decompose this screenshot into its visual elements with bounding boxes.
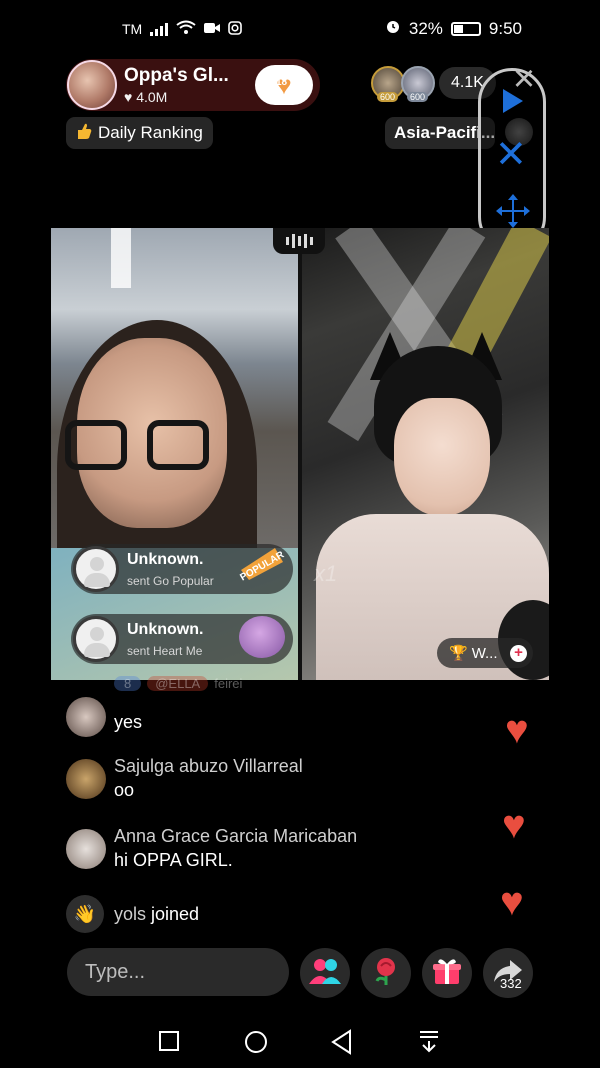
play-icon[interactable] (503, 89, 523, 113)
comment-item[interactable]: Anna Grace Garcia Maricaban hi OPPA GIRL… (66, 826, 357, 871)
pk-video-area[interactable]: Unknown. sent Go Popular POPULAR Unknown… (51, 228, 549, 680)
comment-username[interactable]: Anna Grace Garcia Maricaban (114, 826, 357, 847)
gift-sender: Unknown. (127, 550, 204, 568)
pk-badge-label: W... (471, 644, 498, 662)
comment-avatar[interactable] (66, 697, 106, 737)
gift-banner: Unknown. sent Heart Me (71, 614, 293, 664)
default-avatar-icon (73, 546, 119, 592)
joined-user: yols (114, 903, 147, 924)
popular-gift-label: POPULAR (238, 549, 287, 583)
guests-icon (308, 956, 342, 991)
joined-text: joined (151, 903, 200, 924)
gift-text: Unknown. sent Go Popular (127, 551, 237, 588)
heart-icon: ♥ (502, 803, 526, 847)
battery-icon (450, 21, 481, 36)
pk-badge[interactable]: 🏆 W... + (437, 638, 533, 668)
viewer-avatar[interactable]: 600 (401, 66, 435, 102)
likes-heart-icon: ♥ (124, 89, 133, 105)
comment-item[interactable]: yes (66, 694, 142, 737)
user-tag: @ELLA (147, 676, 209, 691)
heart-icon: ♥ (500, 880, 524, 924)
video-call-icon (204, 21, 221, 37)
join-notice: 👋 yols joined (66, 895, 199, 933)
host-pill[interactable]: Oppa's Gl... ♥ 4.0M ♥ 18 (66, 59, 320, 111)
host-likes: 4.0M (136, 89, 168, 105)
rose-icon (371, 956, 401, 991)
signal-icon (150, 22, 169, 36)
top-viewers[interactable]: 600 600 4.1K (371, 65, 496, 102)
recent-apps-icon[interactable] (157, 1029, 183, 1055)
opponent-video-right[interactable] (302, 228, 549, 680)
status-right: 32% 9:50 (385, 18, 522, 39)
move-icon[interactable] (493, 191, 533, 231)
notification-shade-icon[interactable] (417, 1029, 443, 1055)
viewer-badge: 600 (377, 92, 399, 102)
host-avatar[interactable] (67, 60, 117, 110)
comment-input-placeholder: Type... (85, 960, 146, 983)
level-badge: 8 (114, 676, 142, 691)
follow-count: 18 (276, 77, 288, 88)
daily-ranking-button[interactable]: Daily Ranking (66, 117, 213, 149)
daily-ranking-label: Daily Ranking (98, 123, 203, 142)
multi-guest-button[interactable] (300, 948, 350, 998)
heart-me-gift-icon (239, 616, 285, 658)
host-video-left[interactable]: Unknown. sent Go Popular POPULAR Unknown… (51, 228, 298, 680)
gift-button[interactable] (422, 948, 472, 998)
comment-avatar[interactable] (66, 829, 106, 869)
comment-input[interactable]: Type... (67, 948, 289, 996)
status-left: TM (122, 20, 243, 38)
share-count: 332 (500, 976, 522, 991)
host-info: Oppa's Gl... ♥ 4.0M (124, 65, 244, 105)
add-icon[interactable]: + (510, 645, 527, 662)
clock: 9:50 (488, 18, 522, 38)
thumbs-up-icon (76, 122, 92, 145)
faded-comment-text: feirei (214, 676, 243, 691)
android-nav-bar (0, 1015, 600, 1068)
comment-body: Anna Grace Garcia Maricaban hi OPPA GIRL… (114, 826, 357, 871)
gift-icon (432, 956, 462, 991)
viewer-avatar[interactable]: 600 (371, 66, 405, 102)
gift-description: sent Heart Me (127, 643, 203, 658)
glasses (65, 420, 215, 472)
follow-button[interactable]: ♥ 18 (255, 65, 313, 105)
gift-sender: Unknown. (127, 620, 204, 638)
waving-hand-icon: 👋 (66, 895, 104, 933)
comment-text: hi OPPA GIRL. (114, 850, 233, 870)
person-face (394, 398, 490, 516)
rose-gift-button[interactable] (361, 948, 411, 998)
comment-text: oo (114, 780, 135, 800)
viewer-badge: 600 (407, 92, 429, 102)
comment-username[interactable]: Sajulga abuzo Villarreal (114, 756, 303, 777)
trophy-icon: 🏆 (449, 645, 468, 662)
audio-wave-icon[interactable] (273, 228, 325, 254)
wifi-icon (176, 20, 196, 38)
gift-description: sent Go Popular (127, 573, 214, 588)
comment-avatar[interactable] (66, 759, 106, 799)
multiplier-label: x1 (314, 561, 338, 586)
comment-body: yes (114, 694, 142, 733)
popular-gift-icon: POPULAR (235, 536, 289, 590)
status-bar: TM 32% 9:50 (0, 0, 600, 58)
gift-banner: Unknown. sent Go Popular POPULAR (71, 544, 293, 594)
back-icon[interactable] (330, 1029, 356, 1055)
close-icon[interactable]: ✕ (495, 135, 527, 175)
heart-icon: ♥ (505, 708, 529, 752)
faded-comment: 8 @ELLA feirei (114, 676, 242, 691)
battery-percent: 32% (408, 18, 443, 38)
comment-text: yes (114, 712, 143, 732)
home-icon[interactable] (243, 1029, 269, 1055)
alarm-icon (385, 18, 401, 39)
host-likes-row: ♥ 4.0M (124, 89, 244, 105)
comment-item[interactable]: Sajulga abuzo Villarreal oo (66, 756, 303, 801)
default-avatar-icon (73, 616, 119, 662)
floating-control-panel[interactable]: × ✕ (478, 60, 546, 251)
comment-body: Sajulga abuzo Villarreal oo (114, 756, 303, 801)
instagram-icon (228, 20, 243, 38)
ceiling-light (111, 228, 131, 288)
gift-text: Unknown. sent Heart Me (127, 621, 237, 658)
carrier-label: TM (122, 21, 143, 37)
host-name: Oppa's Gl... (124, 65, 229, 86)
